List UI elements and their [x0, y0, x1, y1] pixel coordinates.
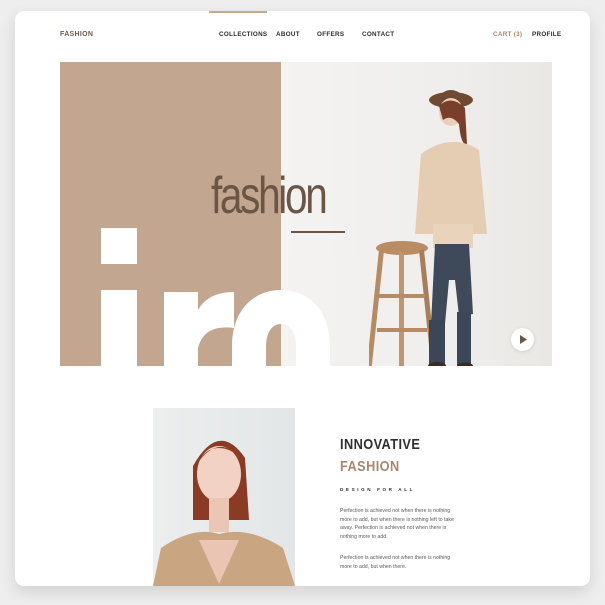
hero-headline: fashion	[211, 167, 328, 225]
red-haired-model-illustration	[153, 440, 295, 586]
active-nav-indicator	[209, 11, 267, 13]
nav-contact-link[interactable]: CONTACT	[362, 31, 394, 38]
play-icon	[520, 335, 527, 344]
feature-subtitle: DESIGN FOR ALL	[340, 487, 416, 492]
page-card: FASHION COLLECTIONS ABOUT OFFERS CONTACT…	[15, 11, 590, 586]
feature-title-line2: FASHION	[340, 458, 400, 475]
decorative-letter-r	[164, 292, 234, 366]
feature-title-line1: INNOVATIVE	[340, 436, 421, 453]
portrait-photo	[153, 408, 295, 586]
logo[interactable]: FASHION	[60, 31, 93, 38]
cart-link[interactable]: CART (3)	[493, 31, 522, 38]
decorative-letter-dot	[101, 228, 137, 264]
play-button[interactable]	[511, 328, 534, 351]
woman-with-hat-illustration	[415, 90, 487, 366]
nav-offers-link[interactable]: OFFERS	[317, 31, 344, 38]
nav-about-link[interactable]: ABOUT	[276, 31, 300, 38]
decorative-letter-o	[232, 290, 330, 366]
nav-collections-link[interactable]: COLLECTIONS	[219, 31, 267, 38]
profile-link[interactable]: PROFILE	[532, 31, 561, 38]
feature-paragraph-2: Perfection is achieved not when there is…	[340, 555, 451, 570]
feature-paragraph-1: Perfection is achieved not when there is…	[340, 508, 454, 540]
headline-underline	[291, 231, 345, 233]
hero-banner: fashion	[60, 62, 552, 366]
decorative-letter-stem	[101, 290, 137, 366]
